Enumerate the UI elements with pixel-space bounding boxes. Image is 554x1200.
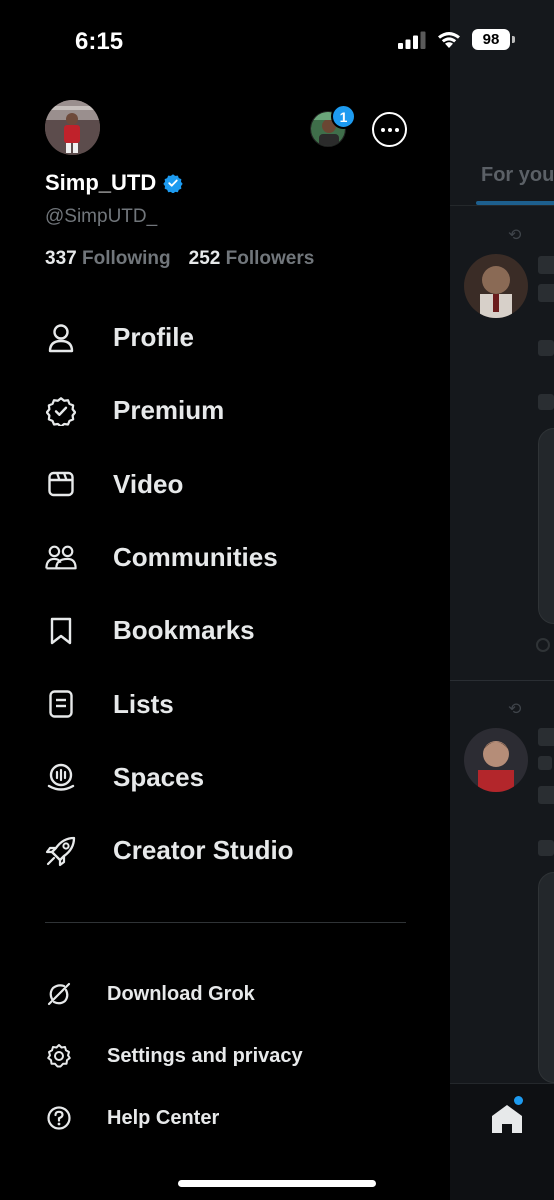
menu-item-label: Communities bbox=[113, 542, 278, 573]
secondary-menu: Download Grok Settings and privacy Help … bbox=[0, 963, 450, 1149]
menu-item-label: Premium bbox=[113, 395, 225, 426]
menu-item-label: Settings and privacy bbox=[107, 1044, 303, 1067]
menu-item-creator-studio[interactable]: Creator Studio bbox=[0, 814, 450, 887]
verified-badge-icon bbox=[163, 174, 183, 193]
more-dot bbox=[380, 127, 385, 132]
post-text bbox=[538, 394, 554, 410]
grok-icon bbox=[45, 980, 73, 1008]
reply-icon[interactable] bbox=[536, 638, 550, 652]
post-author-text bbox=[538, 728, 554, 746]
person-icon bbox=[45, 322, 77, 354]
repost-icon: ⟲ bbox=[508, 227, 522, 244]
post-author-text bbox=[538, 284, 554, 302]
follow-stats: 337 Following 252 Followers bbox=[45, 248, 314, 270]
tab-divider bbox=[450, 205, 554, 206]
menu-item-video[interactable]: Video bbox=[0, 448, 450, 521]
menu-divider bbox=[45, 922, 406, 923]
followers-link[interactable]: 252 Followers bbox=[189, 248, 315, 270]
list-icon bbox=[45, 688, 77, 720]
post-avatar[interactable] bbox=[464, 728, 528, 792]
verified-badge-icon bbox=[45, 395, 77, 427]
followers-count: 252 bbox=[188, 248, 221, 269]
menu-item-label: Video bbox=[113, 468, 184, 499]
menu-item-label: Profile bbox=[113, 322, 194, 353]
post-avatar[interactable] bbox=[464, 254, 528, 318]
following-link[interactable]: 337 Following bbox=[45, 248, 171, 270]
followers-label: Followers bbox=[225, 248, 315, 269]
menu-item-lists[interactable]: Lists bbox=[0, 667, 450, 740]
more-dot bbox=[394, 127, 399, 132]
user-handle: @SimpUTD_ bbox=[45, 206, 158, 227]
post-text bbox=[538, 786, 554, 804]
battery-icon: 98 bbox=[472, 29, 515, 50]
home-notification-dot bbox=[514, 1096, 523, 1105]
following-count: 337 bbox=[45, 248, 77, 269]
main-menu: Profile Premium Video Communities Bookma… bbox=[0, 301, 450, 887]
menu-item-bookmarks[interactable]: Bookmarks bbox=[0, 594, 450, 667]
post-separator bbox=[450, 680, 554, 681]
display-name-row[interactable]: Simp_UTD bbox=[45, 170, 183, 196]
menu-item-download-grok[interactable]: Download Grok bbox=[0, 963, 450, 1025]
video-icon bbox=[45, 468, 77, 500]
display-name: Simp_UTD bbox=[45, 170, 157, 195]
following-label: Following bbox=[81, 248, 171, 269]
status-time: 6:15 bbox=[75, 28, 124, 55]
more-options-button[interactable] bbox=[372, 112, 407, 147]
gear-icon bbox=[45, 1042, 73, 1070]
menu-item-label: Creator Studio bbox=[113, 835, 294, 866]
menu-item-communities[interactable]: Communities bbox=[0, 521, 450, 594]
account-notification-badge: 1 bbox=[331, 104, 356, 129]
rocket-icon bbox=[45, 835, 77, 867]
cellular-signal-icon bbox=[398, 31, 426, 49]
home-icon[interactable] bbox=[490, 1103, 524, 1135]
battery-level: 98 bbox=[482, 31, 500, 48]
menu-item-spaces[interactable]: Spaces bbox=[0, 741, 450, 814]
menu-item-label: Help Center bbox=[107, 1106, 220, 1129]
menu-item-label: Spaces bbox=[113, 761, 205, 792]
post-media[interactable] bbox=[538, 428, 554, 624]
bottom-navigation bbox=[450, 1083, 554, 1200]
help-icon bbox=[45, 1104, 73, 1132]
wifi-icon bbox=[438, 32, 460, 48]
menu-item-label: Lists bbox=[113, 688, 174, 719]
menu-item-profile[interactable]: Profile bbox=[0, 301, 450, 374]
status-icons: 98 bbox=[398, 29, 515, 50]
bookmark-icon bbox=[45, 615, 77, 647]
home-indicator-bar[interactable] bbox=[178, 1180, 376, 1187]
post-author-text bbox=[538, 756, 552, 770]
profile-avatar[interactable] bbox=[45, 100, 100, 155]
menu-item-label: Bookmarks bbox=[113, 615, 255, 646]
communities-icon bbox=[45, 542, 77, 574]
menu-item-premium[interactable]: Premium bbox=[0, 374, 450, 447]
post-media[interactable] bbox=[538, 872, 554, 1083]
repost-icon: ⟲ bbox=[508, 701, 522, 718]
side-drawer: 6:15 1 Simp_UTD @SimpUTD_ 337 Following … bbox=[0, 0, 450, 1200]
menu-item-help-center[interactable]: Help Center bbox=[0, 1087, 450, 1149]
post-author-text bbox=[538, 256, 554, 274]
menu-item-settings-privacy[interactable]: Settings and privacy bbox=[0, 1025, 450, 1087]
background-feed: For you ⟲ ⟲ bbox=[450, 0, 554, 1200]
spaces-icon bbox=[45, 761, 77, 793]
tab-for-you[interactable]: For you bbox=[481, 164, 554, 187]
more-dot bbox=[387, 127, 392, 132]
post-text bbox=[538, 840, 554, 856]
menu-item-label: Download Grok bbox=[107, 982, 255, 1005]
post-text bbox=[538, 340, 554, 356]
